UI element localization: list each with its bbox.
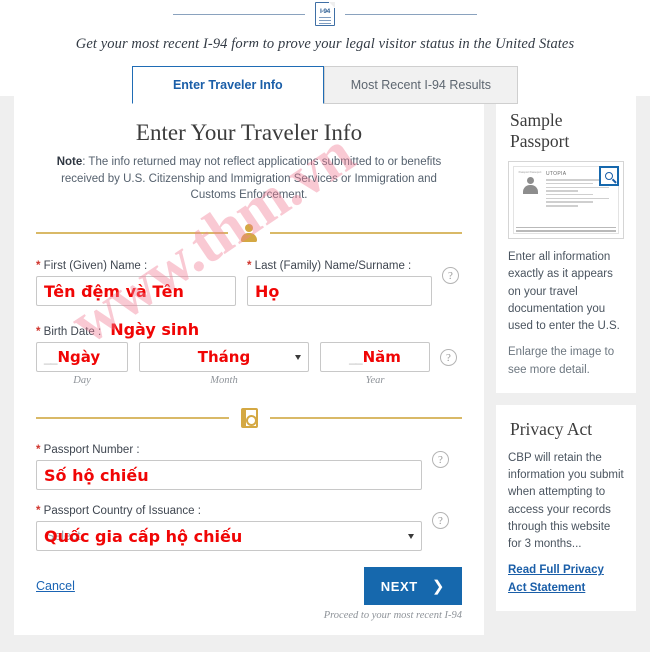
sample-passport-title: Sample Passport — [510, 110, 570, 151]
proceed-hint: Proceed to your most recent I-94 — [323, 610, 462, 622]
person-icon — [240, 224, 258, 243]
birth-date-label: * Birth Date : — [36, 326, 102, 339]
last-name-input[interactable]: Họ — [247, 276, 432, 307]
sample-passport-image[interactable]: Passport Passeport UTOPIA — [508, 161, 624, 239]
tab-most-recent-i94-results[interactable]: Most Recent I-94 Results — [323, 66, 519, 104]
chevron-right-icon: ❯ — [431, 578, 445, 596]
sample-passport-enlarge-hint: Enlarge the image to see more detail. — [508, 346, 615, 376]
form-note-label: Note — [56, 156, 83, 168]
birth-day-sublabel: Day — [73, 375, 91, 387]
passport-mrz-lines — [516, 225, 616, 232]
help-icon-passport-country[interactable]: ? — [432, 512, 449, 530]
passport-photo-label: Passport Passeport — [518, 171, 542, 174]
first-name-annotation: Tên đệm và Tên — [44, 281, 184, 301]
tab-enter-traveler-info[interactable]: Enter Traveler Info — [131, 66, 324, 104]
birth-year-annotation: Năm — [362, 348, 401, 367]
chevron-down-icon-month — [295, 355, 301, 361]
privacy-act-card: Privacy Act CBP will retain the informat… — [496, 404, 636, 611]
divider-passport-section — [36, 408, 462, 429]
logo-row: I-94 — [0, 0, 650, 26]
passport-country-row: * Passport Country of Issuance : Select … — [36, 505, 462, 552]
sidebar: Sample Passport Passport Passeport UTOPI… — [496, 96, 636, 635]
sample-passport-card: Sample Passport Passport Passeport UTOPI… — [496, 96, 636, 393]
birth-year-placeholder: __ — [349, 349, 363, 365]
page-body: Enter Your Traveler Info Note: The info … — [0, 96, 650, 636]
passport-icon — [240, 408, 258, 429]
birth-date-fields-row: __ Ngày Day Tháng Month __ Năm Year ? — [36, 342, 462, 386]
passport-number-row: * Passport Number : Số hộ chiếu ? — [36, 444, 462, 491]
cancel-link[interactable]: Cancel — [36, 579, 75, 593]
birth-date-label-row: * Birth Date : Ngày sinh — [36, 320, 462, 342]
form-note: Note: The info returned may not reflect … — [36, 154, 462, 204]
passport-number-label: * Passport Number : — [36, 444, 140, 457]
sample-passport-instructions: Enter all information exactly as it appe… — [508, 251, 620, 332]
passport-country-label: * Passport Country of Issuance : — [36, 505, 201, 518]
passport-avatar-icon — [522, 176, 539, 194]
passport-country-select[interactable]: Select Quốc gia cấp hộ chiếu — [36, 521, 422, 552]
first-name-input[interactable]: Tên đệm và Tên — [36, 276, 236, 307]
help-icon-passport-number[interactable]: ? — [432, 451, 449, 469]
last-name-label: * Last (Family) Name/Surname : — [247, 260, 412, 273]
birth-month-annotation: Tháng — [197, 348, 251, 367]
page-header: I-94 Get your most recent I-94 form to p… — [0, 0, 650, 104]
page-tagline: Get your most recent I-94 form to prove … — [75, 36, 575, 52]
birth-day-input[interactable]: __ Ngày — [36, 342, 128, 373]
last-name-annotation: Họ — [255, 281, 280, 301]
magnifier-icon[interactable] — [599, 166, 619, 186]
tab-bar: Enter Traveler Info Most Recent I-94 Res… — [0, 66, 650, 104]
passport-number-annotation: Số hộ chiếu — [44, 465, 149, 485]
i94-document-icon: I-94 — [315, 1, 336, 26]
page-title: Enter Your Traveler Info — [135, 120, 363, 145]
passport-country-annotation: Quốc gia cấp hộ chiếu — [44, 526, 243, 546]
help-icon-birth-date[interactable]: ? — [440, 349, 457, 367]
privacy-act-title: Privacy Act — [510, 418, 593, 439]
passport-number-input[interactable]: Số hộ chiếu — [36, 460, 422, 491]
birth-year-input[interactable]: __ Năm — [320, 342, 430, 373]
logo-rule-right — [345, 13, 477, 15]
active-tab-pointer — [240, 47, 262, 58]
chevron-down-icon-country — [408, 534, 414, 540]
first-name-label: * First (Given) Name : — [36, 260, 148, 273]
form-note-body: : The info returned may not reflect appl… — [61, 156, 442, 202]
birth-date-annotation: Ngày sinh — [110, 320, 200, 340]
logo-rule-left — [173, 13, 305, 15]
privacy-act-body: CBP will retain the information you subm… — [508, 451, 624, 550]
birth-year-sublabel: Year — [365, 375, 385, 387]
divider-personal-section — [36, 224, 462, 243]
name-fields-row: * First (Given) Name : Tên đệm và Tên * … — [36, 260, 462, 307]
i94-logo-text: I-94 — [319, 8, 330, 15]
birth-month-sublabel: Month — [210, 375, 238, 387]
traveler-info-card: Enter Your Traveler Info Note: The info … — [14, 96, 484, 636]
next-button-label: NEXT — [380, 578, 418, 594]
birth-month-select[interactable]: Tháng — [139, 342, 309, 373]
privacy-act-link[interactable]: Read Full Privacy Act Statement — [508, 562, 624, 597]
next-button[interactable]: NEXT ❯ — [363, 567, 462, 606]
birth-day-placeholder: __ — [44, 349, 58, 365]
form-actions: Cancel NEXT ❯ — [36, 567, 462, 606]
birth-day-annotation: Ngày — [57, 348, 101, 367]
help-icon-names[interactable]: ? — [442, 267, 459, 285]
